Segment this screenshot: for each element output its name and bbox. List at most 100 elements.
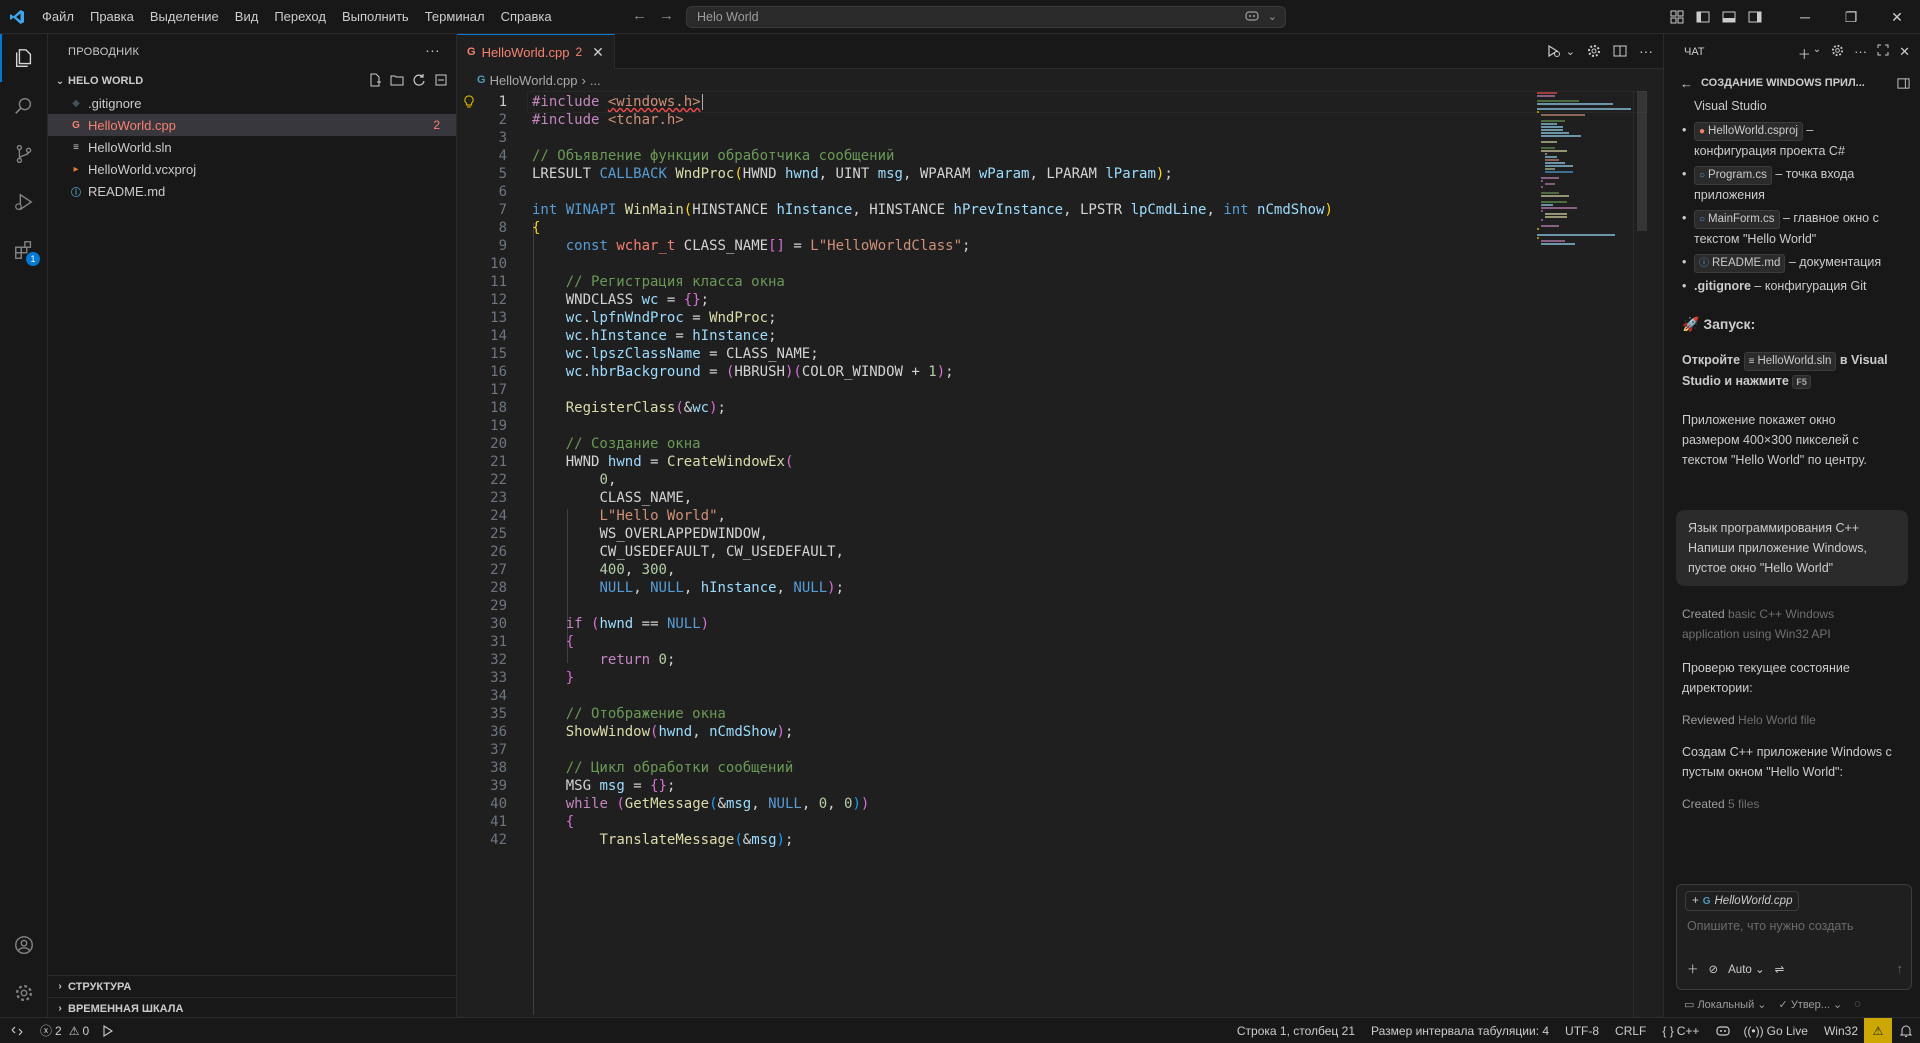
local-session-picker[interactable]: ▭ Локальный ⌄ bbox=[1684, 998, 1767, 1011]
menu-edit[interactable]: Правка bbox=[82, 0, 142, 34]
file-readme[interactable]: ⓘ README.md bbox=[48, 180, 456, 202]
explorer-icon[interactable] bbox=[0, 34, 48, 82]
run-icon[interactable] bbox=[95, 1024, 121, 1037]
more-actions-icon[interactable]: ··· bbox=[425, 42, 440, 58]
encoding[interactable]: UTF-8 bbox=[1559, 1024, 1605, 1038]
close-icon[interactable]: ✕ bbox=[1899, 44, 1910, 63]
file-gitignore[interactable]: ◆ .gitignore bbox=[48, 92, 456, 114]
chip-label: Program.cs bbox=[1708, 169, 1767, 181]
more-actions-icon[interactable]: ··· bbox=[1639, 43, 1653, 59]
chevron-down-icon[interactable]: ⌄ bbox=[1268, 10, 1277, 23]
menu-terminal[interactable]: Терминал bbox=[417, 0, 493, 34]
file-hello-world-cpp[interactable]: G HelloWorld.cpp 2 bbox=[48, 114, 456, 136]
run-debug-icon[interactable] bbox=[0, 178, 48, 226]
customize-layout-icon[interactable] bbox=[1664, 0, 1690, 34]
new-chat-icon[interactable]: ＋ bbox=[1798, 44, 1811, 63]
file-chip[interactable]: ○ MainForm.cs bbox=[1694, 210, 1780, 229]
refresh-icon[interactable] bbox=[412, 73, 426, 87]
cursor-position[interactable]: Строка 1, столбец 21 bbox=[1231, 1024, 1361, 1038]
mode-picker[interactable]: Auto ⌄ bbox=[1728, 962, 1765, 976]
tools-icon[interactable]: ⊘ bbox=[1709, 962, 1719, 976]
chat-text: текстом "Hello World" bbox=[1694, 232, 1817, 246]
vertical-scrollbar[interactable] bbox=[1633, 91, 1647, 1017]
new-folder-icon[interactable] bbox=[390, 73, 404, 87]
send-icon[interactable]: ↑ bbox=[1897, 961, 1904, 976]
configure-icon[interactable]: ⇌ bbox=[1775, 962, 1785, 976]
scrollbar-thumb[interactable] bbox=[1637, 91, 1647, 231]
toggle-panel-icon[interactable] bbox=[1716, 0, 1742, 34]
chevron-down-icon[interactable]: ⌄ bbox=[1813, 44, 1821, 63]
end-of-line[interactable]: CRLF bbox=[1609, 1024, 1652, 1038]
chat-input-field[interactable]: Опишите, что нужно создать bbox=[1687, 919, 1853, 933]
run-code-icon[interactable] bbox=[1546, 44, 1562, 58]
problems-indicator[interactable]: ⓧ 2 ⚠ 0 bbox=[34, 1022, 95, 1039]
code-editor[interactable]: 1 #include <windows.h> 2 #include <tchar.h>… bbox=[457, 91, 1647, 1017]
platform[interactable]: Win32 bbox=[1818, 1024, 1864, 1038]
chevron-down-icon[interactable]: ⌄ bbox=[1566, 45, 1575, 58]
chat-text: конфигурация проекта C# bbox=[1694, 144, 1845, 158]
source-control-icon[interactable] bbox=[0, 130, 48, 178]
approval-picker[interactable]: ✓ Утвер... ⌄ bbox=[1779, 998, 1843, 1011]
code-line[interactable]: 42 TranslateMessage(&msg); bbox=[457, 829, 1647, 851]
status-right: Строка 1, столбец 21 Размер интервала та… bbox=[1231, 1018, 1920, 1043]
breadcrumb-more[interactable]: ... bbox=[590, 73, 601, 88]
chip-label: HelloWorld.sln bbox=[1757, 355, 1832, 367]
gear-icon[interactable] bbox=[1831, 44, 1844, 63]
restore-icon[interactable]: ❐ bbox=[1828, 0, 1874, 34]
folder-row[interactable]: ⌄ HELO WORLD bbox=[48, 70, 456, 92]
copilot-icon[interactable] bbox=[1244, 9, 1260, 23]
line-content: TranslateMessage(&msg); bbox=[599, 832, 794, 848]
toggle-primary-sidebar-icon[interactable] bbox=[1690, 0, 1716, 34]
collapse-all-icon[interactable] bbox=[434, 73, 448, 87]
tab-hello-world-cpp[interactable]: G HelloWorld.cpp 2 ✕ bbox=[457, 34, 615, 69]
notifications-icon[interactable] bbox=[1892, 1024, 1920, 1038]
add-icon[interactable]: ＋ bbox=[1687, 961, 1699, 977]
close-tab-icon[interactable]: ✕ bbox=[592, 44, 604, 61]
back-arrow-icon[interactable]: ← bbox=[632, 7, 647, 24]
menu-run[interactable]: Выполнить bbox=[334, 0, 417, 34]
line-number: 42 bbox=[490, 832, 507, 848]
minimap[interactable] bbox=[1535, 91, 1635, 1017]
file-chip[interactable]: ○ Program.cs bbox=[1694, 166, 1772, 185]
menu-go[interactable]: Переход bbox=[266, 0, 334, 34]
maximize-icon[interactable] bbox=[1877, 44, 1889, 63]
search-icon[interactable] bbox=[0, 82, 48, 130]
forward-arrow-icon[interactable]: → bbox=[659, 7, 674, 24]
context-attachment[interactable]: + G HelloWorld.cpp bbox=[1685, 891, 1800, 911]
file-chip[interactable]: ⓘ README.md bbox=[1694, 254, 1786, 273]
timeline-section[interactable]: › ВРЕМЕННАЯ ШКАЛА bbox=[48, 997, 456, 1019]
file-chip[interactable]: ● HelloWorld.csproj bbox=[1694, 122, 1803, 141]
minimize-icon[interactable]: ─ bbox=[1782, 0, 1828, 34]
extensions-icon[interactable]: 1 bbox=[0, 226, 48, 274]
split-editor-icon[interactable] bbox=[1613, 44, 1627, 58]
chat-input-box: + G HelloWorld.cpp Опишите, что нужно со… bbox=[1676, 884, 1912, 990]
menu-help[interactable]: Справка bbox=[493, 0, 560, 34]
warning-status-icon[interactable]: ⚠ bbox=[1864, 1018, 1892, 1043]
indentation[interactable]: Размер интервала табуляции: 4 bbox=[1365, 1024, 1555, 1038]
toggle-sidebar-icon[interactable] bbox=[1897, 77, 1910, 90]
accounts-icon[interactable] bbox=[0, 921, 48, 969]
chat-text: Helo World file bbox=[1734, 713, 1816, 727]
settings-gear-icon[interactable] bbox=[0, 969, 48, 1017]
menu-view[interactable]: Вид bbox=[227, 0, 267, 34]
menu-selection[interactable]: Выделение bbox=[142, 0, 227, 34]
menu-file[interactable]: Файл bbox=[34, 0, 82, 34]
toggle-secondary-sidebar-icon[interactable] bbox=[1742, 0, 1768, 34]
go-live-button[interactable]: ((•)) Go Live bbox=[1737, 1024, 1814, 1038]
copilot-status-icon[interactable] bbox=[1709, 1025, 1737, 1037]
back-arrow-icon[interactable]: ← bbox=[1680, 76, 1693, 91]
more-actions-icon[interactable]: ··· bbox=[1854, 44, 1867, 63]
file-chip[interactable]: ≡ HelloWorld.sln bbox=[1743, 352, 1837, 371]
close-window-icon[interactable]: ✕ bbox=[1874, 0, 1920, 34]
remote-indicator-icon[interactable] bbox=[0, 1018, 34, 1043]
file-hello-world-vcxproj[interactable]: ▸ HelloWorld.vcxproj bbox=[48, 158, 456, 180]
add-context-icon[interactable]: + bbox=[1692, 895, 1699, 907]
outline-section[interactable]: › СТРУКТУРА bbox=[48, 975, 456, 997]
file-hello-world-sln[interactable]: ≡ HelloWorld.sln bbox=[48, 136, 456, 158]
breadcrumb-file[interactable]: HelloWorld.cpp bbox=[490, 73, 578, 88]
gear-icon[interactable] bbox=[1587, 44, 1601, 58]
new-file-icon[interactable] bbox=[368, 73, 382, 87]
language-mode[interactable]: { } C++ bbox=[1656, 1024, 1705, 1038]
chip-label: HelloWorld.csproj bbox=[1708, 125, 1798, 137]
command-center-search[interactable]: Helo World ⌄ bbox=[686, 6, 1286, 28]
